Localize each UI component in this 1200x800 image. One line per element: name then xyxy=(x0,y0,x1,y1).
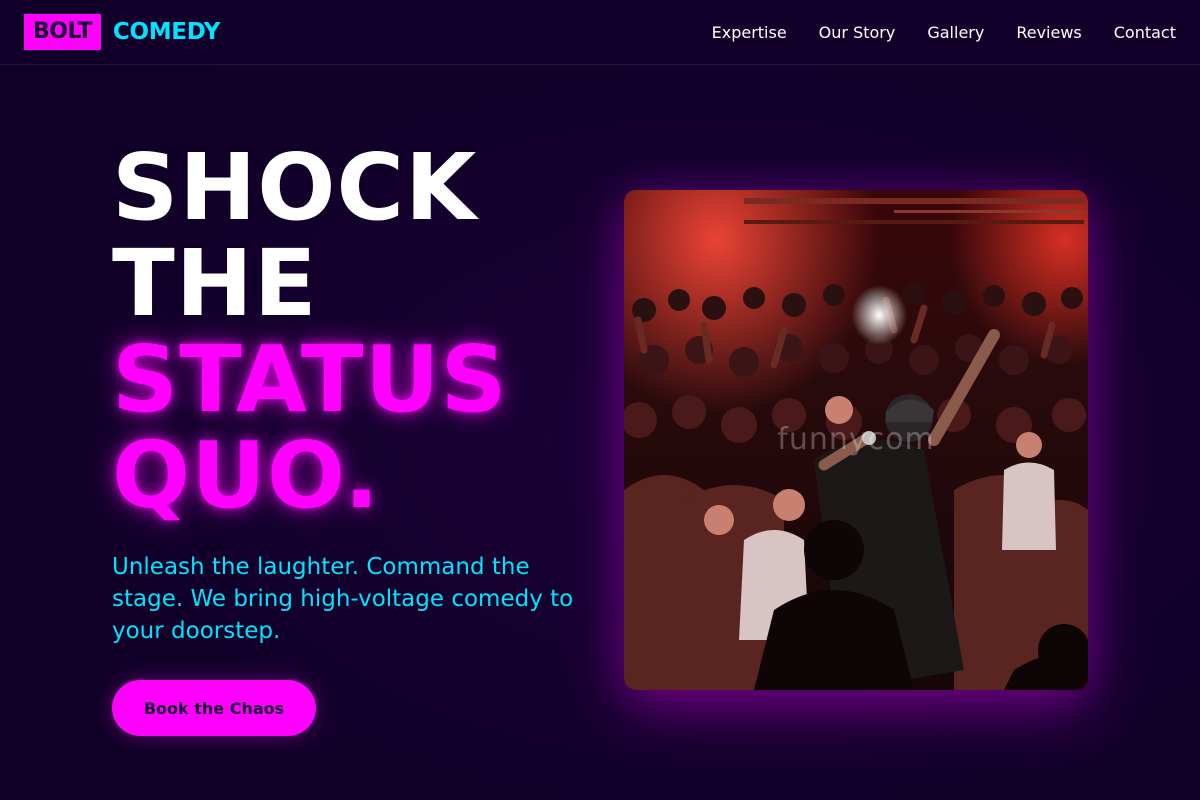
logo[interactable]: BOLT COMEDY xyxy=(24,14,220,50)
logo-word: COMEDY xyxy=(112,19,221,45)
nav-link-our-story[interactable]: Our Story xyxy=(819,23,896,42)
hero-title-line-3: STATUS xyxy=(112,326,508,433)
image-watermark: funnycom xyxy=(777,422,935,457)
site-header: BOLT COMEDY Expertise Our Story Gallery … xyxy=(0,0,1200,65)
nav-link-contact[interactable]: Contact xyxy=(1114,23,1176,42)
hero-title-line-1: SHOCK xyxy=(112,134,478,241)
hero-title: SHOCK THE STATUS QUO. xyxy=(112,140,508,524)
hero-tagline: Unleash the laughter. Command the stage.… xyxy=(112,554,574,644)
logo-box: BOLT xyxy=(24,14,101,50)
hero-title-line-4: QUO. xyxy=(112,422,381,529)
book-the-chaos-button[interactable]: Book the Chaos xyxy=(112,680,316,736)
nav-link-expertise[interactable]: Expertise xyxy=(712,23,787,42)
nav-link-gallery[interactable]: Gallery xyxy=(927,23,984,42)
hero-image-concert-crowd: funnycom xyxy=(624,190,1088,690)
nav-link-reviews[interactable]: Reviews xyxy=(1016,23,1081,42)
main-nav: Expertise Our Story Gallery Reviews Cont… xyxy=(680,0,1176,64)
hero-title-line-2: THE xyxy=(112,230,318,337)
